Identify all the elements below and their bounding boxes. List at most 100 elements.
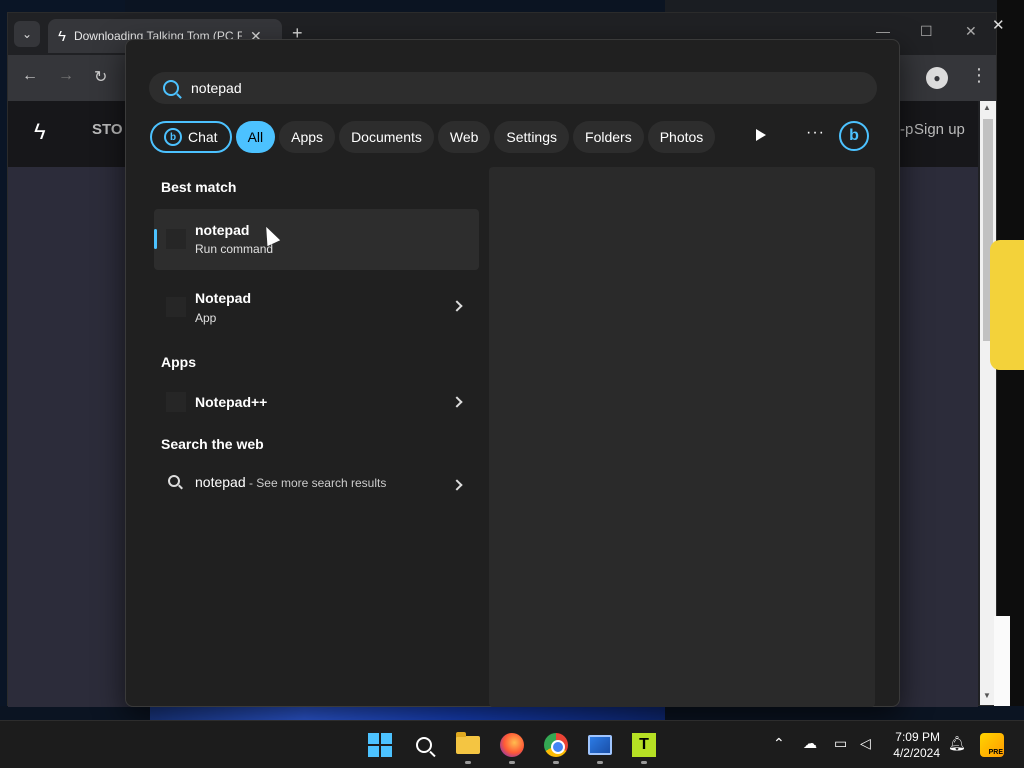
chevron-right-icon[interactable] <box>451 396 463 408</box>
scroll-down-icon[interactable]: ▼ <box>983 691 991 700</box>
filter-apps-label: Apps <box>291 129 324 145</box>
search-flyout: b Chat All Apps Documents Web Settings F… <box>125 39 900 707</box>
filter-web-label: Web <box>449 129 479 145</box>
search-box[interactable] <box>149 72 877 104</box>
clock-time: 7:09 PM <box>895 730 940 744</box>
result-subtitle: App <box>195 311 217 325</box>
site-store-link[interactable]: STO <box>92 121 123 138</box>
filter-folders[interactable]: Folders <box>573 121 644 153</box>
profile-icon[interactable]: ● <box>926 67 948 89</box>
taskbar-search-button[interactable] <box>411 732 437 758</box>
back-arrow-icon[interactable]: ← <box>22 67 38 85</box>
search-filters: b Chat All Apps Documents Web Settings F… <box>150 121 716 153</box>
maximize-icon[interactable]: ☐ <box>920 23 933 40</box>
folder-icon <box>456 732 480 754</box>
filter-all[interactable]: All <box>235 121 276 153</box>
filter-settings-label: Settings <box>506 129 558 145</box>
taskbar-clock[interactable]: 7:09 PM 4/2/2024 <box>880 729 940 761</box>
notepad-plus-plus-icon <box>166 392 186 412</box>
running-indicator <box>597 761 603 764</box>
chevron-right-icon[interactable] <box>451 300 463 312</box>
taskbar-talking-tom[interactable]: T <box>631 732 657 758</box>
running-indicator <box>553 761 559 764</box>
web-result-text: notepad - See more search results <box>195 474 386 490</box>
result-title: notepad <box>195 222 250 238</box>
onedrive-icon[interactable]: ☁ <box>803 735 817 752</box>
running-indicator <box>465 761 471 764</box>
background-decoration <box>990 240 1024 370</box>
result-title: Notepad <box>195 290 251 306</box>
taskbar-monitor-app[interactable] <box>587 732 613 758</box>
filter-all-label: All <box>247 129 264 145</box>
running-indicator <box>641 761 647 764</box>
forward-arrow-icon[interactable]: → <box>58 67 74 85</box>
chevron-right-icon[interactable] <box>451 479 463 491</box>
browser-menu-icon[interactable]: ⋮ <box>970 65 988 86</box>
filter-apps[interactable]: Apps <box>279 121 336 153</box>
result-notepad-plus-plus[interactable]: Notepad++ <box>154 382 479 422</box>
preview-pane <box>489 167 875 707</box>
apps-heading: Apps <box>161 354 196 370</box>
notepad-app-icon <box>166 297 186 317</box>
result-web-search[interactable]: notepad - See more search results <box>154 465 479 505</box>
site-signup-link[interactable]: Sign up <box>914 121 965 138</box>
search-input[interactable] <box>191 80 851 96</box>
result-notepad-run-command[interactable]: notepad Run command <box>154 209 479 270</box>
start-button[interactable] <box>367 732 393 758</box>
search-icon <box>163 80 179 96</box>
network-icon[interactable]: ▭ <box>834 735 847 752</box>
clock-date: 4/2/2024 <box>893 746 940 760</box>
play-icon[interactable] <box>756 129 766 141</box>
bing-icon[interactable]: b <box>839 121 869 151</box>
more-options-icon[interactable]: ··· <box>806 124 825 142</box>
taskbar-firefox[interactable] <box>499 732 525 758</box>
lightning-favicon-icon: ϟ <box>58 27 66 45</box>
filter-settings[interactable]: Settings <box>494 121 570 153</box>
talking-tom-app-icon: T <box>632 733 656 757</box>
window-close-icon[interactable]: ✕ <box>965 23 977 40</box>
search-icon <box>168 475 180 487</box>
notification-bell-icon[interactable]: 🔔︎ <box>948 735 966 752</box>
filter-photos-label: Photos <box>659 129 704 145</box>
taskbar-chrome[interactable] <box>543 732 569 758</box>
minimize-icon[interactable]: — <box>876 23 890 39</box>
filter-web[interactable]: Web <box>437 121 491 153</box>
background-panel <box>994 616 1010 706</box>
best-match-heading: Best match <box>161 179 237 195</box>
site-partial-link[interactable]: -p <box>900 121 913 138</box>
filter-documents-label: Documents <box>351 129 422 145</box>
filter-documents[interactable]: Documents <box>339 121 434 153</box>
desktop-wallpaper-top <box>665 0 1024 12</box>
filter-photos[interactable]: Photos <box>647 121 716 153</box>
copilot-preview-icon[interactable]: PRE <box>980 733 1004 757</box>
filter-chat-label: Chat <box>188 129 218 145</box>
monitor-app-icon <box>588 735 612 755</box>
result-title: Notepad++ <box>195 394 268 410</box>
chrome-icon <box>544 733 568 757</box>
volume-icon[interactable]: ◁ <box>860 735 871 752</box>
taskbar: T ⌃ ☁ ▭ ◁ 7:09 PM 4/2/2024 🔔︎ PRE <box>0 720 1024 768</box>
chevron-up-icon[interactable]: ⌃ <box>773 735 785 752</box>
tab-search-button[interactable]: ⌄ <box>14 21 40 47</box>
result-subtitle: Run command <box>195 242 274 256</box>
firefox-icon <box>500 733 524 757</box>
result-notepad-app[interactable]: Notepad App <box>154 275 479 337</box>
page-scrollbar[interactable]: ▲ ▼ <box>980 101 996 705</box>
taskbar-file-explorer[interactable] <box>455 732 481 758</box>
selection-indicator <box>154 229 157 249</box>
site-logo-icon[interactable]: ϟ <box>34 119 46 145</box>
filter-chat[interactable]: b Chat <box>150 121 232 153</box>
desktop-wallpaper-bottom <box>150 706 665 720</box>
search-web-heading: Search the web <box>161 436 264 452</box>
run-command-icon <box>166 229 186 249</box>
bing-chat-icon: b <box>164 128 182 146</box>
web-result-suffix: - See more search results <box>245 476 387 490</box>
windows-logo-icon <box>368 733 392 757</box>
reload-icon[interactable]: ↻ <box>94 67 107 87</box>
running-indicator <box>509 761 515 764</box>
pre-badge-label: PRE <box>988 749 1003 756</box>
search-icon <box>416 737 432 753</box>
scroll-up-icon[interactable]: ▲ <box>983 103 991 112</box>
filter-folders-label: Folders <box>585 129 632 145</box>
background-close-icon[interactable]: ✕ <box>992 16 1005 34</box>
